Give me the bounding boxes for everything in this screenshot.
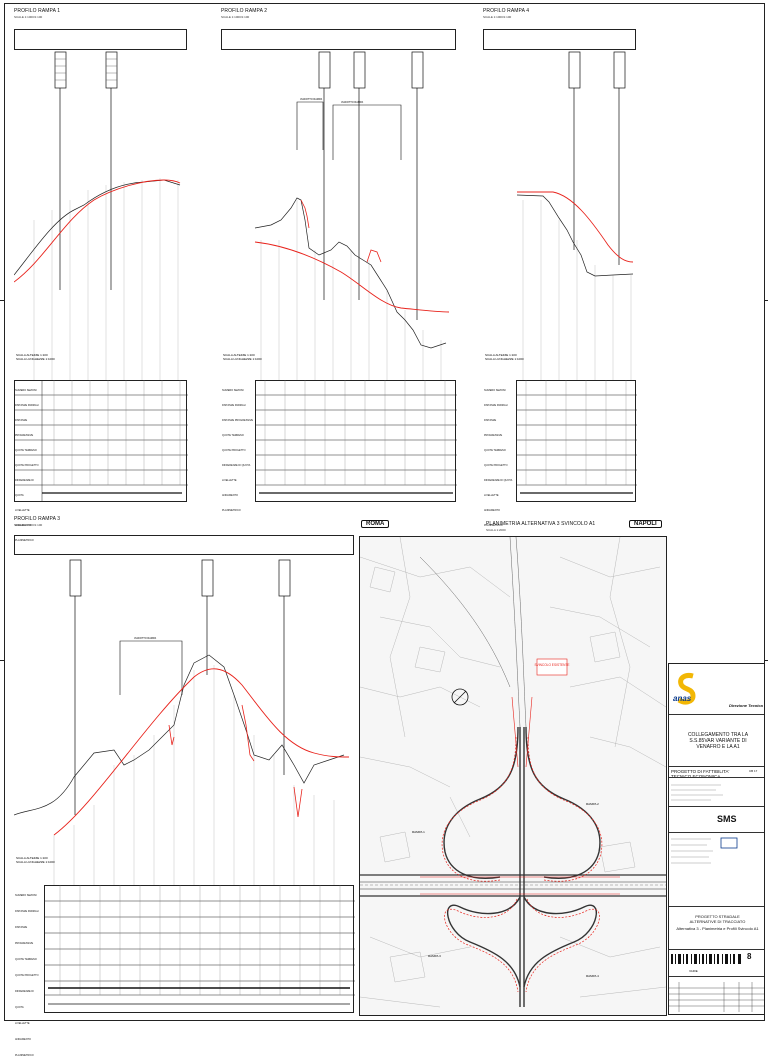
designer-logo: SMS: [717, 814, 737, 824]
project-title: COLLEGAMENTO TRA LA S.S.85VAR VARIANTE D…: [687, 732, 749, 750]
project-code: CB 17: [749, 769, 758, 773]
sheet-edge-mark: [764, 300, 768, 301]
table-label: ANDAMENTO PLANIMETRICO: [222, 494, 241, 512]
table-label: DIFFERENZE DI QUOTA: [15, 479, 34, 497]
drawing-title-2: ALTERNATIVE DI TRACCIATO: [689, 919, 746, 924]
profile-subtitle: SCALE 1:1000/1:100: [14, 523, 43, 527]
ramp-label: RAMPA 3: [428, 954, 441, 958]
existing-junction-label: SVINCOLO ESISTENTE: [534, 663, 569, 667]
data-table-lines: [44, 885, 355, 1005]
table-label: QUOTE PROGETTO: [222, 449, 246, 452]
table-label: NUMERO SEZIONI: [484, 389, 506, 392]
table-label: DISTANZE PARZIALI: [15, 910, 39, 913]
sheet-edge-mark: [764, 660, 768, 661]
table-label: LIVELLETTE: [222, 479, 237, 482]
table-label: QUOTE TERRENO: [15, 958, 37, 961]
table-label: QUOTE TERRENO: [222, 434, 244, 437]
barcode: [671, 954, 743, 964]
table-label: NUMERO SEZIONI: [15, 389, 37, 392]
svg-text:SCALA LUNGHEZZE 1:1000: SCALA LUNGHEZZE 1:1000: [485, 357, 524, 361]
table-label: DIFFERENZE DI QUOTA: [222, 464, 251, 467]
data-table-lines: [516, 380, 637, 494]
profile-header-table: [14, 29, 187, 50]
svg-text:SCALA LUNGHEZZE 1:1000: SCALA LUNGHEZZE 1:1000: [223, 357, 262, 361]
plan-title: PLANIMETRIA ALTERNATIVA 3 SVINCOLO A1: [486, 521, 596, 527]
direction-label-roma: ROMA: [361, 520, 390, 528]
structure-label: VIADOTTO RAMPA: [134, 637, 156, 640]
table-label: DIFFERENZE DI QUOTA: [484, 479, 513, 482]
profile-header-table: [221, 29, 456, 50]
table-row-labels: NUMERO SEZIONI DISTANZE PARZIALI DISTANZ…: [222, 383, 254, 518]
table-label: NUMERO SEZIONI: [15, 894, 37, 897]
table-label: NUMERO SEZIONI: [222, 389, 244, 392]
division-name: Direzione Tecnica: [729, 703, 763, 708]
table-label: QUOTE TERRENO: [484, 449, 506, 452]
table-row-labels: NUMERO SEZIONI DISTANZE PARZIALI DISTANZ…: [484, 383, 515, 533]
profile-title: PROFILO RAMPA 2: [221, 8, 268, 14]
profile-subtitle: SCALE 1:1000/1:100: [14, 15, 43, 19]
table-label: DISTANZE PROGRESSIVE: [15, 419, 34, 437]
table-label: DISTANZE PROGRESSIVE: [15, 926, 34, 945]
table-label: ANDAMENTO PLANIMETRICO: [15, 1038, 34, 1057]
anas-logo: [675, 672, 699, 712]
plan-subtitle: SCALA 1:2000: [486, 528, 506, 532]
table-label: DISTANZE PARZIALI: [222, 404, 246, 407]
ramp-label: RAMPA 2: [586, 802, 599, 806]
brand-name: anas: [673, 694, 692, 703]
table-label: DIFFERENZE DI QUOTA: [15, 990, 34, 1009]
table-label: QUOTE PROGETTO: [15, 464, 39, 467]
table-label: LIVELLETTE: [15, 1022, 30, 1025]
ramp-label: RAMPA 1: [412, 830, 425, 834]
svg-text:SCALA LUNGHEZZE 1:1000: SCALA LUNGHEZZE 1:1000: [16, 357, 55, 361]
table-label: DISTANZE PARZIALI: [15, 404, 39, 407]
table-label: QUOTE TERRENO: [15, 449, 37, 452]
structure-label: VIADOTTO RAMPA: [341, 101, 363, 104]
ramp-label: RAMPA 4: [586, 974, 599, 978]
table-row-labels: NUMERO SEZIONI DISTANZE PARZIALI DISTANZ…: [15, 888, 43, 1064]
designer-signatures: [671, 836, 762, 872]
title-block: anas Direzione Tecnica COLLEGAMENTO TRA …: [668, 663, 765, 1015]
revision-table: [669, 982, 764, 1012]
profile-header-table: [14, 535, 354, 555]
table-label: LIVELLETTE: [484, 494, 499, 497]
profile-title: PROFILO RAMPA 1: [14, 8, 61, 14]
profile-chart-rampa-4: SCALA ALTEZZE 1:100 SCALA LUNGHEZZE 1:10…: [485, 51, 634, 380]
sheet-number: 8: [747, 952, 752, 961]
profile-title: PROFILO RAMPA 4: [483, 8, 530, 14]
table-label: QUOTE PROGETTO: [484, 464, 508, 467]
sheet-edge-mark: [0, 300, 4, 301]
data-table-lines: [255, 380, 457, 494]
profile-header-table: [483, 29, 636, 50]
profile-chart-rampa-1: SCALA ALTEZZE 1:100 SCALA LUNGHEZZE 1:10…: [14, 51, 181, 380]
table-label: QUOTE PROGETTO: [15, 974, 39, 977]
profile-chart-rampa-2: VIADOTTO RAMPA VIADOTTO RAMPA SCALA ALTE…: [223, 51, 450, 380]
direction-label-napoli: NAPOLI: [629, 520, 662, 528]
profile-subtitle: SCALE 1:1000/1:100: [221, 15, 250, 19]
profile-subtitle: SCALE 1:1000/1:100: [483, 15, 512, 19]
profile-title: PROFILO RAMPA 3: [14, 516, 61, 522]
scale-value: VARIE: [689, 969, 698, 973]
svg-text:SCALA LUNGHEZZE 1:1000: SCALA LUNGHEZZE 1:1000: [16, 860, 55, 864]
sheet-edge-mark: [0, 660, 4, 661]
profile-chart-rampa-3: VIADOTTO RAMPA SCALA ALTEZZE 1:100 SCALA…: [14, 559, 350, 885]
structure-label: VIADOTTO RAMPA: [300, 98, 322, 101]
table-label: DISTANZE PROGRESSIVE: [222, 419, 254, 422]
table-label: DISTANZE PARZIALI: [484, 404, 508, 407]
drawing-title-3: Alternativa 3 - Planimetria e Profili Sv…: [676, 926, 759, 931]
table-label: DISTANZE PROGRESSIVE: [484, 419, 503, 437]
plan-drawing: SVINCOLO ESISTENTE RAMPA 1 RAMPA 2 RAMPA…: [360, 537, 666, 1008]
designer-notes: [671, 782, 726, 818]
